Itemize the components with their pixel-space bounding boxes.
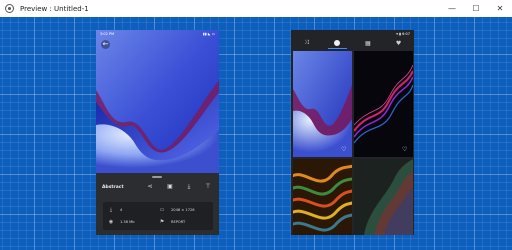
status-indicators: ▾ ▮ 6:07 <box>396 31 410 36</box>
wallpaper-tile-abstract[interactable]: ♡ <box>293 51 352 157</box>
wallpaper-tile-silk-waves[interactable] <box>354 159 413 235</box>
explore-icon[interactable] <box>322 37 353 49</box>
status-time: 3:02 PM <box>100 31 115 36</box>
wallpaper-gallery-screen: ▾ ▮ 6:07 ⤨ ▦ ♥ ♡ ♡ <box>291 30 414 235</box>
window-titlebar: Preview : Untitled-1 — ☐ ✕ <box>0 0 512 17</box>
wallpaper-detail-screen: 3:02 PM ▮▮ ◣ ▭ ← Abstract ⋖ ▣ ⤓ ⊤ ⤓ 4 ◉ … <box>96 30 219 235</box>
app-icon <box>5 4 14 13</box>
status-bar: 3:02 PM ▮▮ ◣ ▭ <box>96 30 219 37</box>
sheet-handle[interactable] <box>152 176 162 178</box>
wallpaper-tile-swirl-orange[interactable] <box>293 159 352 235</box>
downloads-value: 4 <box>120 208 123 212</box>
download-count-icon: ⤓ <box>109 207 113 213</box>
report-label[interactable]: REPORT <box>171 220 185 224</box>
set-wallpaper-icon[interactable]: ▣ <box>166 183 174 191</box>
wallpaper-name: Abstract <box>102 185 124 190</box>
details-card: ⤓ 4 ◉ 1.36 Mb ▭ 2048 × 1726 ⚑ REPORT <box>103 202 213 230</box>
size-value: 1.36 Mb <box>120 220 135 224</box>
resolution-icon: ▭ <box>159 207 165 213</box>
back-arrow-icon[interactable]: ← <box>101 40 110 49</box>
favorite-heart-icon[interactable]: ♡ <box>341 147 347 153</box>
resolution-value: 2048 × 1726 <box>171 208 195 212</box>
storage-icon: ◉ <box>108 219 114 225</box>
report-icon: ⚑ <box>159 219 165 225</box>
report-row[interactable]: ⚑ REPORT <box>159 219 185 225</box>
tab-bar: ⤨ ▦ ♥ <box>291 37 414 49</box>
window-title: Preview : Untitled-1 <box>20 4 89 13</box>
grid-icon[interactable]: ▦ <box>353 37 384 49</box>
maximize-button[interactable]: ☐ <box>464 0 488 17</box>
share-icon[interactable]: ⋖ <box>146 183 154 191</box>
wallpaper-tile-neon-waves[interactable]: ♡ <box>354 51 413 157</box>
status-bar: ▾ ▮ 6:07 <box>291 30 414 37</box>
status-indicators: ▮▮ ◣ ▭ <box>202 31 215 36</box>
wallpaper-info-sheet: Abstract ⋖ ▣ ⤓ ⊤ ⤓ 4 ◉ 1.36 Mb ▭ 2048 × … <box>96 173 219 235</box>
download-icon[interactable]: ⤓ <box>185 183 193 191</box>
favorite-icon[interactable]: ♥ <box>383 37 414 49</box>
shuffle-icon[interactable]: ⤨ <box>291 37 322 49</box>
resolution-row: ▭ 2048 × 1726 <box>159 207 195 213</box>
downloads-row: ⤓ 4 <box>108 207 122 213</box>
paint-roller-icon[interactable]: ⊤ <box>204 183 212 191</box>
minimize-button[interactable]: — <box>440 0 464 17</box>
close-button[interactable]: ✕ <box>488 0 512 17</box>
wallpaper-preview-image <box>96 30 219 173</box>
favorite-heart-icon[interactable]: ♡ <box>402 147 408 153</box>
size-row: ◉ 1.36 Mb <box>108 219 135 225</box>
preview-canvas: 3:02 PM ▮▮ ◣ ▭ ← Abstract ⋖ ▣ ⤓ ⊤ ⤓ 4 ◉ … <box>0 17 512 250</box>
